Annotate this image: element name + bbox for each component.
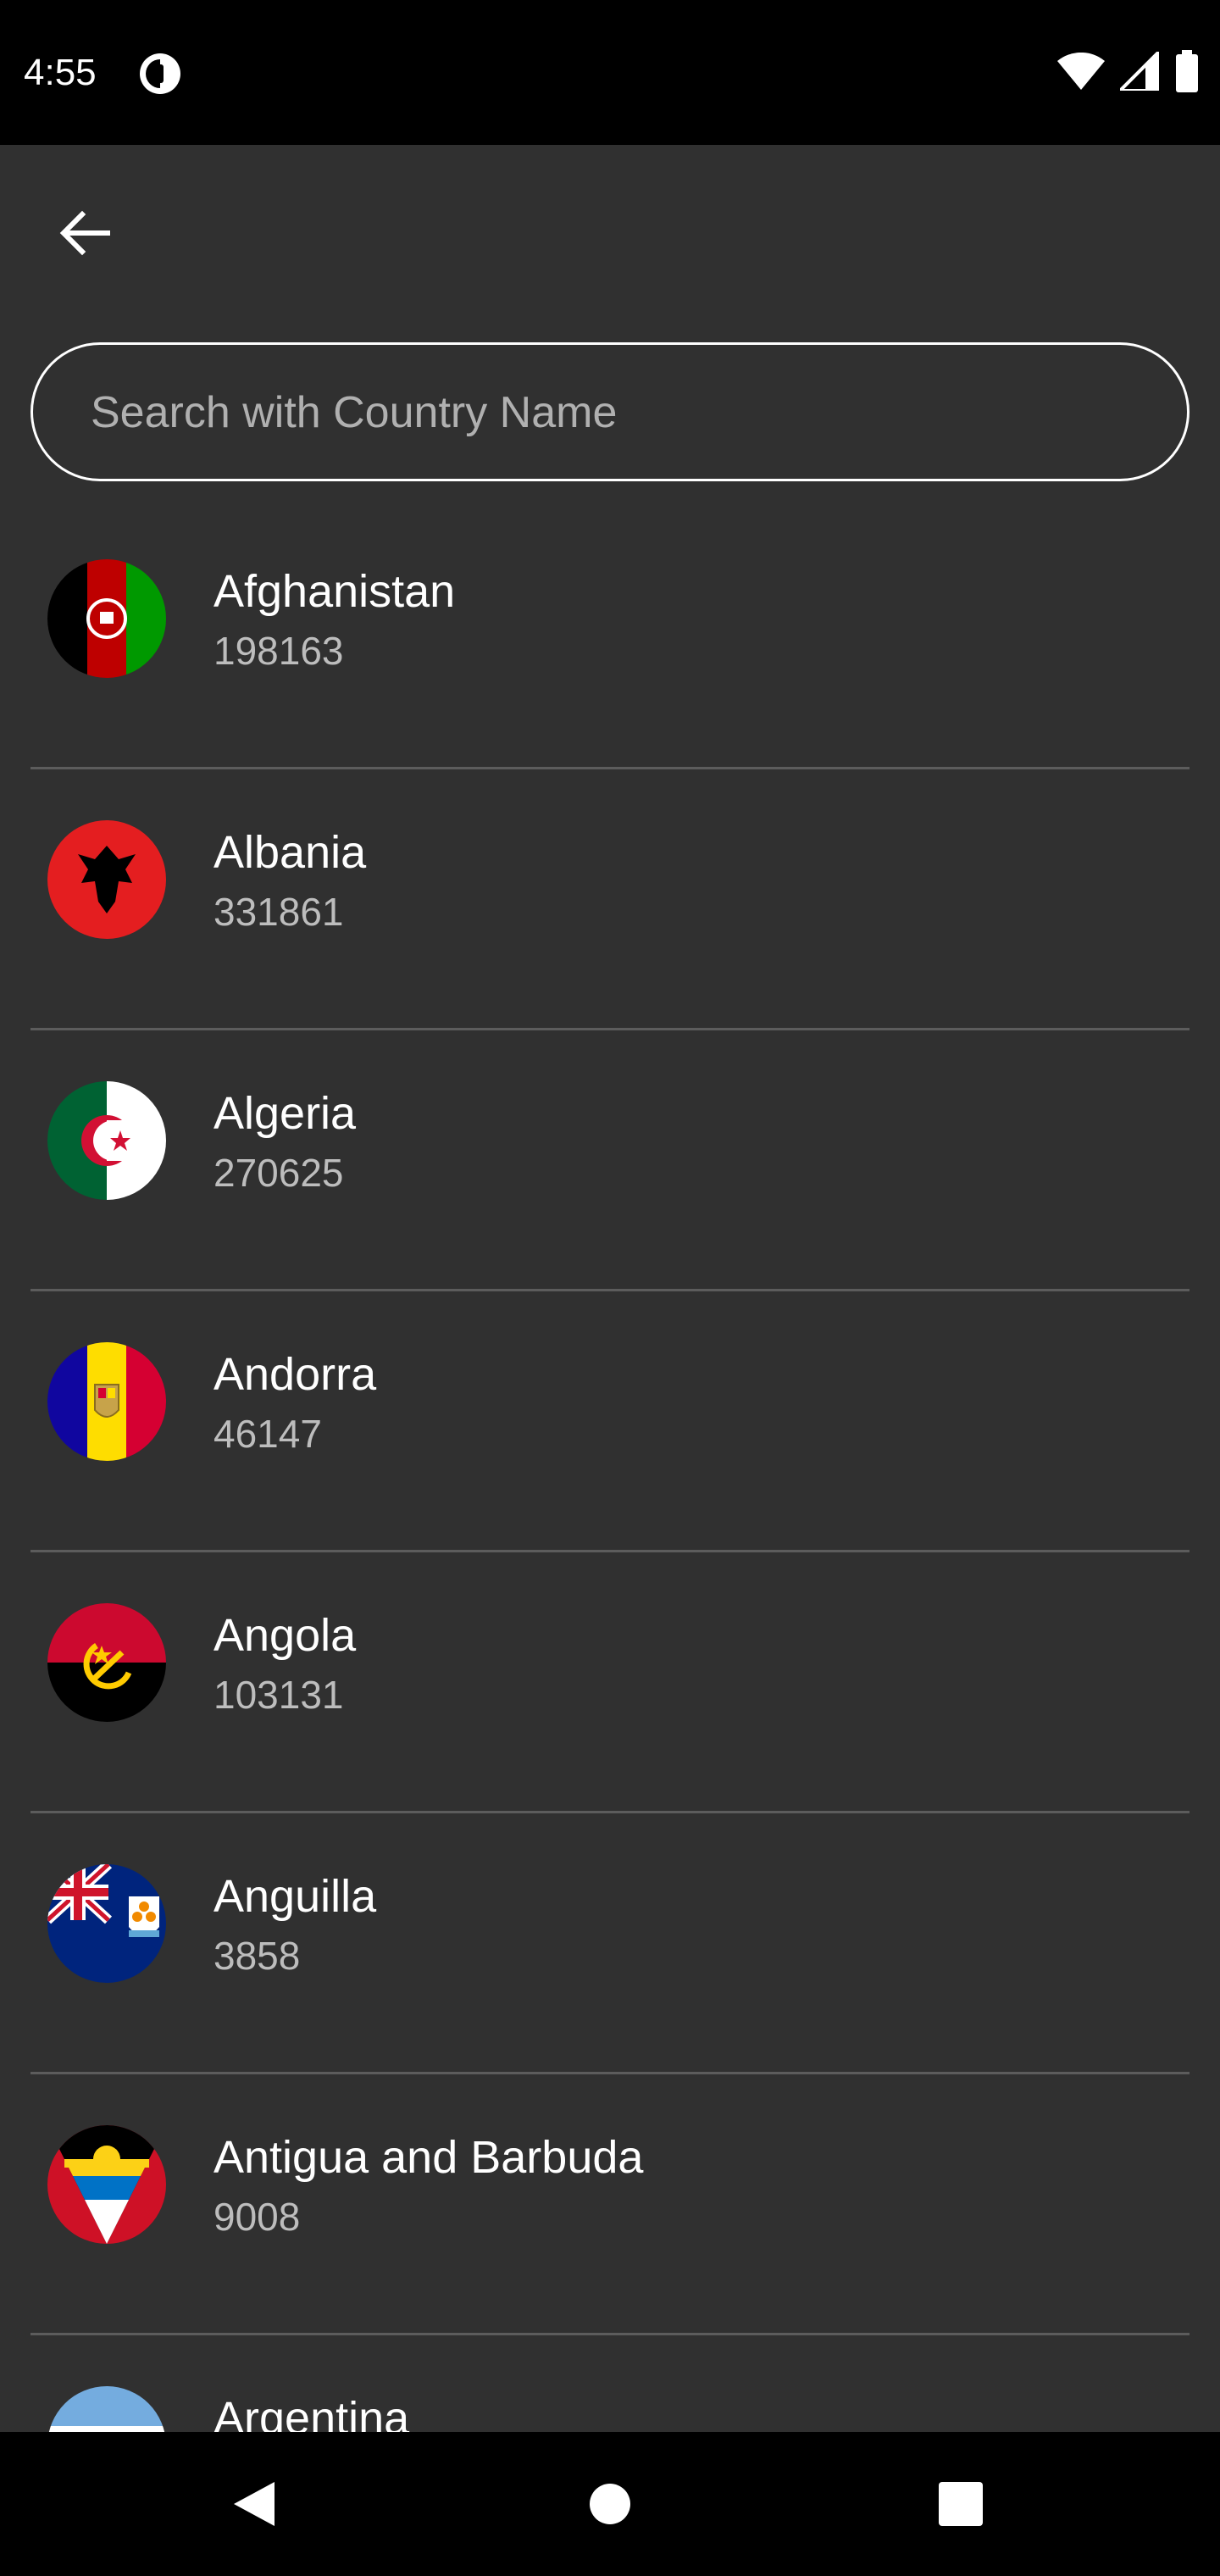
battery-icon	[1174, 49, 1200, 97]
country-name: Anguilla	[214, 1871, 377, 1922]
nav-recents-button[interactable]	[876, 2432, 1045, 2576]
country-value: 198163	[214, 629, 344, 673]
list-item[interactable]: Albania 331861	[30, 769, 1190, 1030]
country-name: Afghanistan	[214, 566, 456, 617]
list-item[interactable]: Afghanistan 198163	[30, 508, 1190, 769]
system-navigation-bar	[0, 2432, 1220, 2576]
country-list: Afghanistan 198163 Albania 331861 Algeri…	[30, 508, 1190, 2432]
country-value: 3858	[214, 1934, 301, 1978]
country-value: 103131	[214, 1673, 344, 1717]
country-name: Algeria	[214, 1088, 357, 1139]
argentina-flag-icon	[47, 2386, 166, 2432]
country-name: Andorra	[214, 1349, 377, 1400]
country-name: Antigua and Barbuda	[214, 2132, 644, 2183]
antigua-and-barbuda-flag-icon	[47, 2125, 166, 2244]
list-item[interactable]: Andorra 46147	[30, 1291, 1190, 1552]
list-item[interactable]: Angola 103131	[30, 1552, 1190, 1813]
list-item[interactable]: Antigua and Barbuda 9008	[30, 2074, 1190, 2335]
status-bar: 4:55	[0, 0, 1220, 145]
nav-home-button[interactable]	[525, 2432, 695, 2576]
status-time: 4:55	[24, 52, 97, 93]
anguilla-flag-icon	[47, 1864, 166, 1983]
back-button[interactable]	[37, 186, 130, 280]
notification-app-icon	[139, 53, 181, 95]
list-item[interactable]: Anguilla 3858	[30, 1813, 1190, 2074]
afghanistan-flag-icon	[47, 559, 166, 678]
angola-flag-icon	[47, 1603, 166, 1722]
country-value: 331861	[214, 890, 344, 934]
list-item[interactable]: Algeria 270625	[30, 1030, 1190, 1291]
country-value: 46147	[214, 1412, 322, 1456]
search-input[interactable]	[89, 345, 1160, 480]
andorra-flag-icon	[47, 1342, 166, 1461]
country-name: Argentina	[214, 2393, 410, 2432]
circle-home-icon	[590, 2484, 630, 2524]
country-name: Angola	[214, 1610, 357, 1661]
albania-flag-icon	[47, 820, 166, 939]
list-item[interactable]: Argentina	[30, 2335, 1190, 2432]
search-box[interactable]	[30, 342, 1190, 481]
square-recents-icon	[939, 2482, 983, 2526]
country-value: 270625	[214, 1151, 344, 1195]
country-name: Albania	[214, 827, 367, 878]
triangle-back-icon	[234, 2482, 274, 2526]
nav-back-button[interactable]	[169, 2432, 339, 2576]
cell-signal-icon	[1116, 47, 1161, 95]
algeria-flag-icon	[47, 1081, 166, 1200]
app-bar	[0, 145, 1220, 314]
arrow-back-icon	[59, 210, 110, 256]
wifi-icon	[1057, 52, 1105, 94]
country-value: 9008	[214, 2195, 301, 2239]
